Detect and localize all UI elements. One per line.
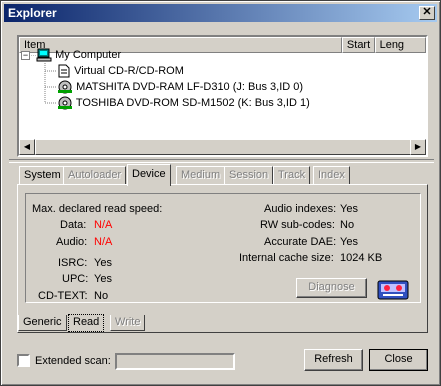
data-speed-label: Data: xyxy=(60,219,87,231)
close-button[interactable]: Close xyxy=(369,349,428,371)
tree-item-matshita[interactable]: MATSHITA DVD-RAM LF-D310 (J: Bus 3,ID 0) xyxy=(57,79,303,95)
window-title: Explorer xyxy=(8,6,57,20)
column-header-length[interactable]: Leng xyxy=(374,37,426,53)
column-header-start[interactable]: Start xyxy=(341,37,375,53)
extended-scan-label: Extended scan: xyxy=(35,355,111,367)
scroll-thumb[interactable] xyxy=(35,139,411,155)
tree-item-label: My Computer xyxy=(55,49,122,61)
upc-value: Yes xyxy=(94,273,112,285)
audio-speed-value: N/A xyxy=(94,236,113,248)
device-info-icon xyxy=(377,278,409,305)
tree-item-label: MATSHITA DVD-RAM LF-D310 (J: Bus 3,ID 0) xyxy=(76,81,304,93)
diagnose-button[interactable]: Diagnose xyxy=(296,278,367,298)
tab-autoloader[interactable]: Autoloader xyxy=(63,166,127,184)
tree-item-label: TOSHIBA DVD-ROM SD-M1502 (K: Bus 3,ID 1) xyxy=(75,97,310,109)
tree-item-toshiba[interactable]: TOSHIBA DVD-ROM SD-M1502 (K: Bus 3,ID 1) xyxy=(57,95,310,111)
scroll-left-button[interactable]: ◀ xyxy=(19,139,35,155)
rw-subcodes-label: RW sub-codes: xyxy=(260,219,335,231)
cdtext-value: No xyxy=(94,290,109,302)
cache-size-value: 1024 KB xyxy=(340,252,383,264)
device-tab-panel: Max. declared read speed: Data: N/A Audi… xyxy=(17,184,428,333)
rw-subcodes-value: No xyxy=(340,219,355,231)
cache-size-label: Internal cache size: xyxy=(239,252,334,264)
close-window-button[interactable]: ✕ xyxy=(419,6,435,20)
cd-drive-icon xyxy=(57,80,73,94)
audio-indexes-value: Yes xyxy=(340,203,358,215)
collapse-icon[interactable]: − xyxy=(21,50,30,60)
scroll-right-button[interactable]: ▶ xyxy=(410,139,426,155)
cdtext-label: CD-TEXT: xyxy=(38,290,88,302)
extended-scan-checkbox[interactable] xyxy=(17,354,30,367)
tab-generic[interactable]: Generic xyxy=(18,315,67,331)
cd-drive-icon xyxy=(57,96,73,110)
accurate-dae-value: Yes xyxy=(340,236,358,248)
tab-index[interactable]: Index xyxy=(313,166,350,184)
tab-track[interactable]: Track xyxy=(273,166,311,184)
tab-session[interactable]: Session xyxy=(224,166,274,184)
horizontal-scrollbar[interactable]: ◀ ▶ xyxy=(19,139,426,155)
explorer-window: Explorer ✕ Item Start Leng − My Computer… xyxy=(0,0,441,386)
tab-write[interactable]: Write xyxy=(110,315,146,331)
tree-item-virtual-cd[interactable]: Virtual CD-R/CD-ROM xyxy=(57,63,184,79)
isrc-label: ISRC: xyxy=(58,257,88,269)
computer-icon xyxy=(36,48,52,62)
document-icon xyxy=(57,64,71,78)
data-speed-value: N/A xyxy=(94,219,113,231)
tab-device[interactable]: Device xyxy=(127,164,171,186)
panel-splitter[interactable] xyxy=(9,159,434,163)
title-bar[interactable]: Explorer ✕ xyxy=(4,4,437,22)
device-info-group: Max. declared read speed: Data: N/A Audi… xyxy=(25,193,421,303)
tree-item-my-computer[interactable]: − My Computer xyxy=(21,47,121,63)
isrc-value: Yes xyxy=(94,257,112,269)
refresh-button[interactable]: Refresh xyxy=(304,349,363,371)
tab-read[interactable]: Read xyxy=(68,314,105,332)
max-read-speed-label: Max. declared read speed: xyxy=(32,203,163,215)
accurate-dae-label: Accurate DAE: xyxy=(264,236,337,248)
upc-label: UPC: xyxy=(62,273,89,285)
tree-item-label: Virtual CD-R/CD-ROM xyxy=(74,65,184,77)
audio-indexes-label: Audio indexes: xyxy=(264,203,337,215)
audio-speed-label: Audio: xyxy=(56,236,88,248)
device-tree-list[interactable]: Item Start Leng − My Computer Virtual CD… xyxy=(17,35,428,157)
extended-scan-field[interactable] xyxy=(115,353,235,370)
tab-system[interactable]: System xyxy=(19,166,66,184)
tab-medium[interactable]: Medium xyxy=(176,166,226,184)
